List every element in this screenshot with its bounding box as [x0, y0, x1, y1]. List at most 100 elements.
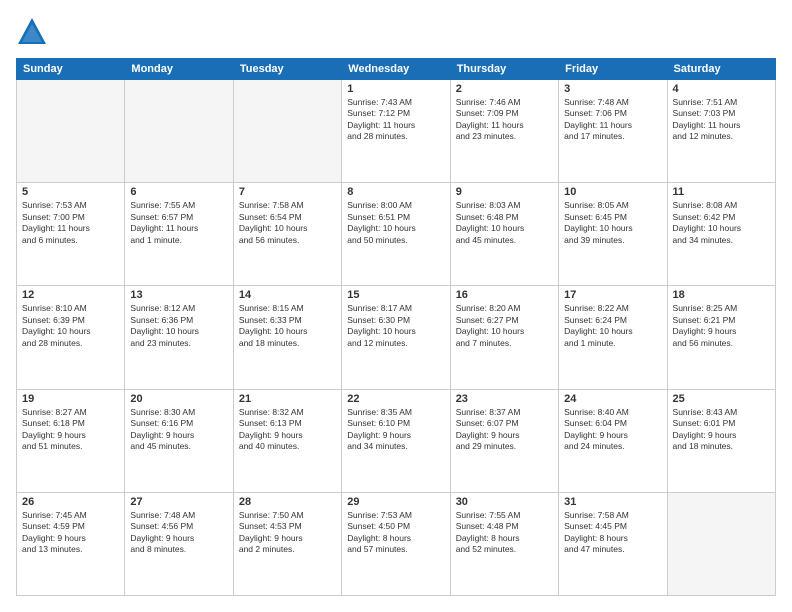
weekday-header-wednesday: Wednesday — [342, 59, 450, 80]
day-info: Sunrise: 7:48 AM Sunset: 7:06 PM Dayligh… — [564, 97, 661, 143]
day-info: Sunrise: 7:51 AM Sunset: 7:03 PM Dayligh… — [673, 97, 770, 143]
day-info: Sunrise: 8:32 AM Sunset: 6:13 PM Dayligh… — [239, 407, 336, 453]
weekday-header-thursday: Thursday — [450, 59, 558, 80]
calendar-cell: 3 Sunrise: 7:48 AM Sunset: 7:06 PM Daylig… — [559, 80, 667, 183]
calendar-cell: 5Sunrise: 7:53 AM Sunset: 7:00 PM Daylig… — [17, 183, 125, 286]
day-number: 7 — [239, 186, 336, 198]
day-info: Sunrise: 8:27 AM Sunset: 6:18 PM Dayligh… — [22, 407, 119, 453]
day-info: Sunrise: 7:58 AM Sunset: 6:54 PM Dayligh… — [239, 200, 336, 246]
day-number: 8 — [347, 186, 444, 198]
calendar-cell: 4 Sunrise: 7:51 AM Sunset: 7:03 PM Daylig… — [667, 80, 775, 183]
day-number: 28 — [239, 496, 336, 508]
calendar-cell: 7 Sunrise: 7:58 AM Sunset: 6:54 PM Daylig… — [233, 183, 341, 286]
day-number: 17 — [564, 289, 661, 301]
calendar-cell: 31 Sunrise: 7:58 AM Sunset: 4:45 PM Dayli… — [559, 492, 667, 595]
calendar-cell: 26 Sunrise: 7:45 AM Sunset: 4:59 PM Dayli… — [17, 492, 125, 595]
day-info: Sunrise: 8:10 AM Sunset: 6:39 PM Dayligh… — [22, 303, 119, 349]
day-number: 14 — [239, 289, 336, 301]
day-info: Sunrise: 8:20 AM Sunset: 6:27 PM Dayligh… — [456, 303, 553, 349]
day-number: 23 — [456, 393, 553, 405]
day-number: 4 — [673, 83, 770, 95]
calendar-cell: 15Sunrise: 8:17 AM Sunset: 6:30 PM Dayli… — [342, 286, 450, 389]
day-number: 27 — [130, 496, 227, 508]
week-row-1: 1 Sunrise: 7:43 AM Sunset: 7:12 PM Daylig… — [17, 80, 776, 183]
page: SundayMondayTuesdayWednesdayThursdayFrid… — [0, 0, 792, 612]
calendar-cell: 23Sunrise: 8:37 AM Sunset: 6:07 PM Dayli… — [450, 389, 558, 492]
day-number: 1 — [347, 83, 444, 95]
calendar-cell — [125, 80, 233, 183]
calendar-cell: 14 Sunrise: 8:15 AM Sunset: 6:33 PM Dayli… — [233, 286, 341, 389]
day-number: 12 — [22, 289, 119, 301]
calendar-cell: 21 Sunrise: 8:32 AM Sunset: 6:13 PM Dayli… — [233, 389, 341, 492]
calendar-cell: 11Sunrise: 8:08 AM Sunset: 6:42 PM Dayli… — [667, 183, 775, 286]
calendar-cell: 9 Sunrise: 8:03 AM Sunset: 6:48 PM Daylig… — [450, 183, 558, 286]
day-number: 18 — [673, 289, 770, 301]
calendar-cell: 25 Sunrise: 8:43 AM Sunset: 6:01 PM Dayli… — [667, 389, 775, 492]
calendar-cell: 18 Sunrise: 8:25 AM Sunset: 6:21 PM Dayli… — [667, 286, 775, 389]
calendar-cell: 20 Sunrise: 8:30 AM Sunset: 6:16 PM Dayli… — [125, 389, 233, 492]
day-info: Sunrise: 7:53 AM Sunset: 7:00 PM Dayligh… — [22, 200, 119, 246]
day-info: Sunrise: 7:46 AM Sunset: 7:09 PM Dayligh… — [456, 97, 553, 143]
day-info: Sunrise: 8:17 AM Sunset: 6:30 PM Dayligh… — [347, 303, 444, 349]
week-row-3: 12 Sunrise: 8:10 AM Sunset: 6:39 PM Dayli… — [17, 286, 776, 389]
day-info: Sunrise: 7:55 AM Sunset: 4:48 PM Dayligh… — [456, 510, 553, 556]
calendar-cell: 30Sunrise: 7:55 AM Sunset: 4:48 PM Dayli… — [450, 492, 558, 595]
weekday-header-saturday: Saturday — [667, 59, 775, 80]
calendar-cell: 29 Sunrise: 7:53 AM Sunset: 4:50 PM Dayli… — [342, 492, 450, 595]
day-info: Sunrise: 8:43 AM Sunset: 6:01 PM Dayligh… — [673, 407, 770, 453]
day-info: Sunrise: 8:05 AM Sunset: 6:45 PM Dayligh… — [564, 200, 661, 246]
calendar-cell: 12 Sunrise: 8:10 AM Sunset: 6:39 PM Dayli… — [17, 286, 125, 389]
day-info: Sunrise: 8:40 AM Sunset: 6:04 PM Dayligh… — [564, 407, 661, 453]
calendar-table: SundayMondayTuesdayWednesdayThursdayFrid… — [16, 58, 776, 596]
day-info: Sunrise: 8:30 AM Sunset: 6:16 PM Dayligh… — [130, 407, 227, 453]
day-info: Sunrise: 8:22 AM Sunset: 6:24 PM Dayligh… — [564, 303, 661, 349]
day-info: Sunrise: 8:15 AM Sunset: 6:33 PM Dayligh… — [239, 303, 336, 349]
day-info: Sunrise: 7:58 AM Sunset: 4:45 PM Dayligh… — [564, 510, 661, 556]
calendar-cell: 2 Sunrise: 7:46 AM Sunset: 7:09 PM Daylig… — [450, 80, 558, 183]
day-number: 20 — [130, 393, 227, 405]
calendar-cell: 28 Sunrise: 7:50 AM Sunset: 4:53 PM Dayli… — [233, 492, 341, 595]
week-row-2: 5Sunrise: 7:53 AM Sunset: 7:00 PM Daylig… — [17, 183, 776, 286]
day-number: 6 — [130, 186, 227, 198]
day-number: 21 — [239, 393, 336, 405]
day-info: Sunrise: 8:03 AM Sunset: 6:48 PM Dayligh… — [456, 200, 553, 246]
day-number: 31 — [564, 496, 661, 508]
day-number: 9 — [456, 186, 553, 198]
day-info: Sunrise: 8:08 AM Sunset: 6:42 PM Dayligh… — [673, 200, 770, 246]
weekday-header-tuesday: Tuesday — [233, 59, 341, 80]
day-number: 25 — [673, 393, 770, 405]
day-info: Sunrise: 7:53 AM Sunset: 4:50 PM Dayligh… — [347, 510, 444, 556]
week-row-4: 19Sunrise: 8:27 AM Sunset: 6:18 PM Dayli… — [17, 389, 776, 492]
day-info: Sunrise: 7:48 AM Sunset: 4:56 PM Dayligh… — [130, 510, 227, 556]
calendar-cell: 10Sunrise: 8:05 AM Sunset: 6:45 PM Dayli… — [559, 183, 667, 286]
calendar-cell: 27 Sunrise: 7:48 AM Sunset: 4:56 PM Dayli… — [125, 492, 233, 595]
logo-icon — [16, 16, 48, 48]
day-number: 13 — [130, 289, 227, 301]
calendar-cell: 24Sunrise: 8:40 AM Sunset: 6:04 PM Dayli… — [559, 389, 667, 492]
weekday-header-monday: Monday — [125, 59, 233, 80]
day-number: 26 — [22, 496, 119, 508]
calendar-cell: 16 Sunrise: 8:20 AM Sunset: 6:27 PM Dayli… — [450, 286, 558, 389]
calendar-cell: 8 Sunrise: 8:00 AM Sunset: 6:51 PM Daylig… — [342, 183, 450, 286]
day-number: 22 — [347, 393, 444, 405]
day-info: Sunrise: 8:35 AM Sunset: 6:10 PM Dayligh… — [347, 407, 444, 453]
calendar-cell: 19Sunrise: 8:27 AM Sunset: 6:18 PM Dayli… — [17, 389, 125, 492]
calendar-cell — [233, 80, 341, 183]
day-number: 16 — [456, 289, 553, 301]
day-number: 3 — [564, 83, 661, 95]
calendar-cell: 1 Sunrise: 7:43 AM Sunset: 7:12 PM Daylig… — [342, 80, 450, 183]
day-info: Sunrise: 7:43 AM Sunset: 7:12 PM Dayligh… — [347, 97, 444, 143]
day-info: Sunrise: 8:00 AM Sunset: 6:51 PM Dayligh… — [347, 200, 444, 246]
calendar-header-row: SundayMondayTuesdayWednesdayThursdayFrid… — [17, 59, 776, 80]
weekday-header-friday: Friday — [559, 59, 667, 80]
day-info: Sunrise: 7:45 AM Sunset: 4:59 PM Dayligh… — [22, 510, 119, 556]
header — [16, 16, 776, 48]
calendar-cell — [17, 80, 125, 183]
day-number: 29 — [347, 496, 444, 508]
day-info: Sunrise: 8:25 AM Sunset: 6:21 PM Dayligh… — [673, 303, 770, 349]
day-info: Sunrise: 7:50 AM Sunset: 4:53 PM Dayligh… — [239, 510, 336, 556]
day-info: Sunrise: 7:55 AM Sunset: 6:57 PM Dayligh… — [130, 200, 227, 246]
calendar-cell: 22 Sunrise: 8:35 AM Sunset: 6:10 PM Dayli… — [342, 389, 450, 492]
calendar-cell: 6 Sunrise: 7:55 AM Sunset: 6:57 PM Daylig… — [125, 183, 233, 286]
day-number: 2 — [456, 83, 553, 95]
